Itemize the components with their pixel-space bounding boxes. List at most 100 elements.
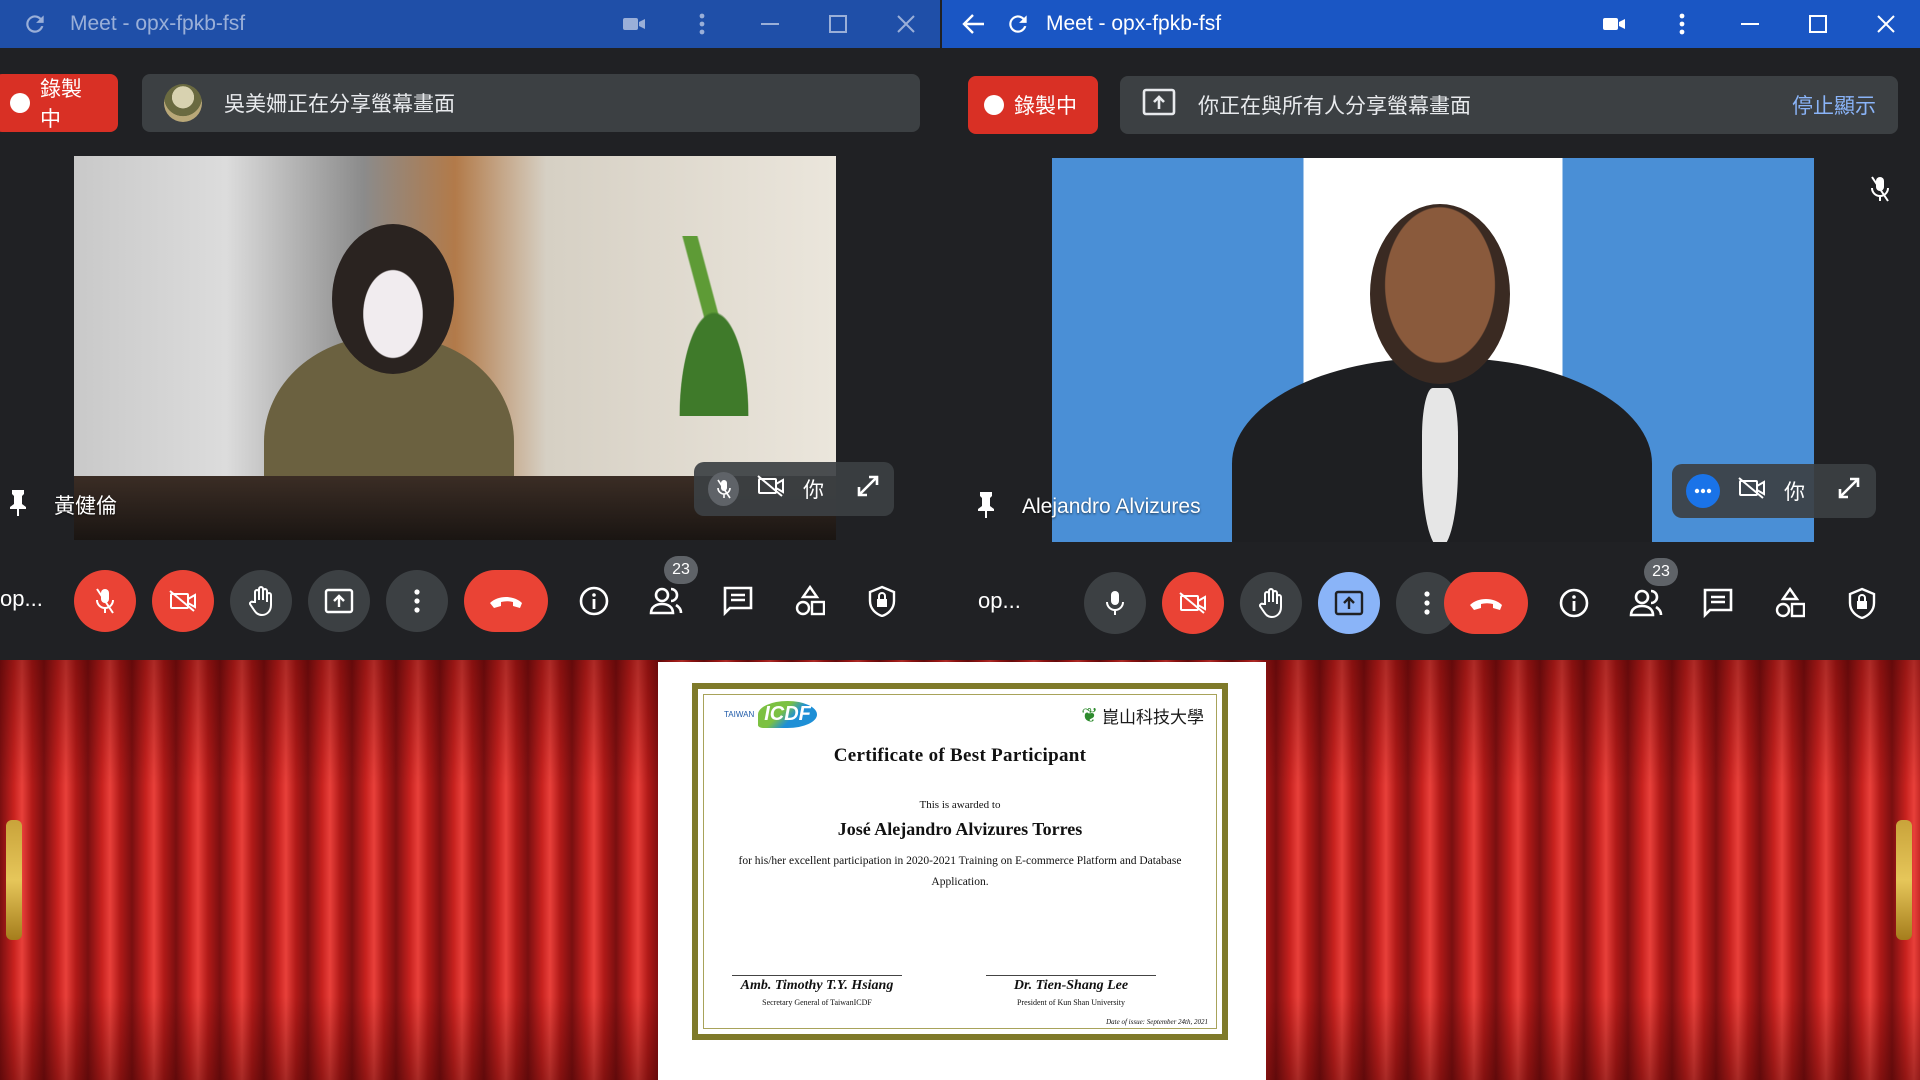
- maximize-icon[interactable]: [1784, 0, 1852, 48]
- tassel-right: [1896, 820, 1912, 940]
- you-label: 你: [1784, 481, 1805, 504]
- info-icon[interactable]: [570, 570, 618, 632]
- signer1-title: Secretary General of TaiwanICDF: [762, 998, 872, 1007]
- meeting-code[interactable]: op...: [978, 588, 1021, 614]
- present-icon: [1142, 88, 1176, 122]
- camera-icon[interactable]: [600, 0, 668, 48]
- hangup-button[interactable]: [1444, 572, 1528, 634]
- self-tile-controls: 你: [1672, 464, 1876, 518]
- kebab-icon[interactable]: [1648, 0, 1716, 48]
- people-icon[interactable]: 23: [1622, 558, 1678, 634]
- stop-presenting-button[interactable]: 停止顯示: [1792, 90, 1876, 120]
- record-dot-icon: [984, 95, 1004, 115]
- minimize-icon[interactable]: [736, 0, 804, 48]
- university-logo-text: 崑山科技大學: [1102, 708, 1204, 727]
- avatar: [164, 84, 202, 122]
- you-label: 你: [803, 479, 824, 502]
- titlebar: Meet - opx-fpkb-fsf: [0, 0, 940, 48]
- person-head-shape: [332, 224, 454, 374]
- activities-icon[interactable]: [1766, 572, 1814, 634]
- tile-name: Alejandro Alvizures: [976, 490, 1201, 524]
- meeting-code[interactable]: op...: [0, 586, 43, 612]
- window-controls: [600, 0, 940, 48]
- desktop: Meet - opx-fpkb-fsf 錄製中 吳美姍正在分享螢幕畫面 黃健倫 …: [0, 0, 1920, 1080]
- signature-block-2: Dr. Tien-Shang Lee President of Kun Shan…: [986, 975, 1156, 1007]
- camera-toggle-button[interactable]: [1162, 572, 1224, 634]
- tassel-left: [6, 820, 22, 940]
- certificate-body: for his/her excellent participation in 2…: [738, 855, 1182, 888]
- presenting-text: 吳美姍正在分享螢幕畫面: [224, 93, 455, 116]
- present-button[interactable]: [308, 570, 370, 632]
- camera-off-icon[interactable]: [757, 475, 785, 503]
- expand-icon[interactable]: [856, 474, 880, 504]
- signer1-name: Amb. Timothy T.Y. Hsiang: [740, 978, 894, 993]
- person-head-shape: [1370, 204, 1510, 384]
- close-icon[interactable]: [872, 0, 940, 48]
- minimize-icon[interactable]: [1716, 0, 1784, 48]
- icdf-logo: TAIWAN ICDF: [724, 701, 817, 728]
- participant-count-badge: 23: [664, 556, 698, 584]
- awarded-line: This is awarded to: [919, 799, 1001, 811]
- signer2-name: Dr. Tien-Shang Lee: [1013, 978, 1129, 993]
- mic-off-icon: [1870, 176, 1890, 207]
- pin-icon[interactable]: [976, 490, 996, 524]
- raise-hand-button[interactable]: [1240, 572, 1302, 634]
- host-controls-icon[interactable]: [1838, 572, 1886, 634]
- university-logo: ❦ 崑山科技大學: [1081, 703, 1204, 728]
- plant-shape: [654, 236, 774, 416]
- meet-window-left: Meet - opx-fpkb-fsf 錄製中 吳美姍正在分享螢幕畫面 黃健倫 …: [0, 0, 940, 660]
- logo-mark: ICDF: [758, 701, 817, 728]
- record-dot-icon: [10, 93, 30, 113]
- self-tile-controls: 你: [694, 462, 894, 516]
- mic-toggle-button[interactable]: [1084, 572, 1146, 634]
- camera-off-icon[interactable]: [1738, 477, 1766, 505]
- expand-icon[interactable]: [1837, 476, 1861, 506]
- maximize-icon[interactable]: [804, 0, 872, 48]
- recording-label: 錄製中: [40, 78, 82, 131]
- more-options-button[interactable]: [386, 570, 448, 632]
- hangup-button[interactable]: [464, 570, 548, 632]
- signer2-title: President of Kun Shan University: [1017, 998, 1125, 1007]
- chat-icon[interactable]: [714, 570, 762, 632]
- host-controls-icon[interactable]: [858, 570, 906, 632]
- camera-toggle-button[interactable]: [152, 570, 214, 632]
- window-controls: [1580, 0, 1920, 48]
- leaf-icon: ❦: [1081, 705, 1098, 727]
- raise-hand-button[interactable]: [230, 570, 292, 632]
- activities-icon[interactable]: [786, 570, 834, 632]
- recipient-name: José Alejandro Alvizures Torres: [837, 819, 1083, 839]
- logo-small-text: TAIWAN: [724, 710, 755, 719]
- kebab-icon[interactable]: [668, 0, 736, 48]
- window-title: Meet - opx-fpkb-fsf: [1046, 12, 1222, 35]
- mic-off-icon[interactable]: [708, 472, 739, 506]
- call-controls: op... 23: [942, 558, 1920, 634]
- tie-shape: [1422, 388, 1458, 542]
- recording-indicator: 錄製中: [0, 74, 118, 132]
- mic-toggle-button[interactable]: [74, 570, 136, 632]
- camera-icon[interactable]: [1580, 0, 1648, 48]
- refresh-icon[interactable]: [996, 0, 1040, 48]
- info-icon[interactable]: [1550, 572, 1598, 634]
- pin-icon[interactable]: [8, 488, 28, 522]
- close-icon[interactable]: [1852, 0, 1920, 48]
- recording-indicator: 錄製中: [968, 76, 1098, 134]
- back-icon[interactable]: [952, 0, 996, 48]
- chat-icon[interactable]: [1694, 572, 1742, 634]
- date-of-issue: Date of issue: September 24th, 2021: [1106, 1018, 1208, 1026]
- presenting-text: 你正在與所有人分享螢幕畫面: [1198, 95, 1471, 118]
- signature-block-1: Amb. Timothy T.Y. Hsiang Secretary Gener…: [732, 975, 902, 1007]
- call-controls: op... 23: [0, 556, 940, 632]
- participant-name: Alejandro Alvizures: [1022, 495, 1201, 518]
- window-title: Meet - opx-fpkb-fsf: [70, 12, 246, 35]
- present-button[interactable]: [1318, 572, 1380, 634]
- certificate: TAIWAN ICDF ❦ 崑山科技大學 Certificate of Best…: [692, 683, 1228, 1040]
- presenting-banner: 吳美姍正在分享螢幕畫面: [142, 74, 920, 132]
- recording-label: 錄製中: [1014, 95, 1077, 118]
- people-icon[interactable]: 23: [642, 556, 698, 632]
- presenting-banner: 你正在與所有人分享螢幕畫面 停止顯示: [1120, 76, 1898, 134]
- meet-window-right: Meet - opx-fpkb-fsf 錄製中 你正在與所有人分享螢幕畫面 停止…: [942, 0, 1920, 660]
- more-icon[interactable]: [1686, 474, 1720, 508]
- participant-count-badge: 23: [1644, 558, 1678, 586]
- refresh-icon[interactable]: [0, 0, 70, 48]
- participant-name: 黃健倫: [54, 495, 117, 518]
